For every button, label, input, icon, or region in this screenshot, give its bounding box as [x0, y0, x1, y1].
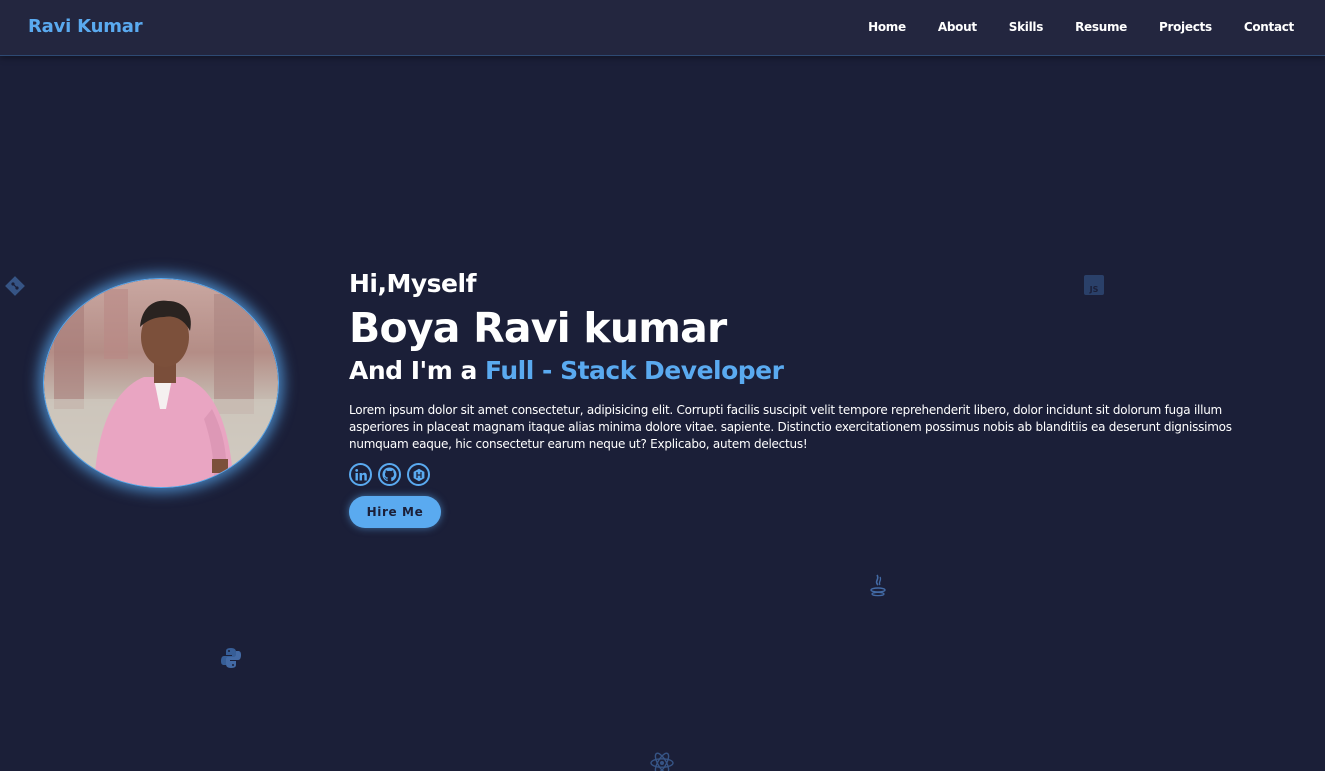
role-prefix: And I'm a	[349, 356, 486, 385]
navbar: Ravi Kumar Home About Skills Resume Proj…	[0, 0, 1325, 56]
nav-home-link[interactable]: Home	[868, 20, 906, 34]
hero-section: Hi,Myself Boya Ravi kumar And I'm a Full…	[349, 268, 1259, 528]
hero-greeting: Hi,Myself	[349, 269, 476, 298]
nav-skills-link[interactable]: Skills	[1009, 20, 1044, 34]
nav-links: Home About Skills Resume Projects Contac…	[868, 20, 1294, 34]
hero-name: Boya Ravi kumar	[349, 304, 727, 352]
nav-contact-link[interactable]: Contact	[1244, 20, 1294, 34]
nav-projects-link[interactable]: Projects	[1159, 20, 1212, 34]
profile-photo	[43, 278, 279, 488]
github-icon[interactable]	[378, 463, 401, 486]
nav-resume-link[interactable]: Resume	[1075, 20, 1127, 34]
social-links	[349, 463, 1259, 486]
role-highlight: Full - Stack Developer	[485, 356, 784, 385]
java-icon	[868, 573, 888, 603]
hackerrank-icon[interactable]	[407, 463, 430, 486]
linkedin-icon[interactable]	[349, 463, 372, 486]
nav-about-link[interactable]: About	[938, 20, 977, 34]
brand-logo[interactable]: Ravi Kumar	[28, 16, 143, 37]
hire-me-button[interactable]: Hire Me	[349, 496, 441, 528]
git-icon	[4, 275, 26, 301]
python-icon	[219, 646, 243, 674]
hero-bio: Lorem ipsum dolor sit amet consectetur, …	[349, 403, 1232, 451]
hero-role: And I'm a Full - Stack Developer	[349, 354, 1259, 388]
react-icon	[649, 751, 675, 771]
